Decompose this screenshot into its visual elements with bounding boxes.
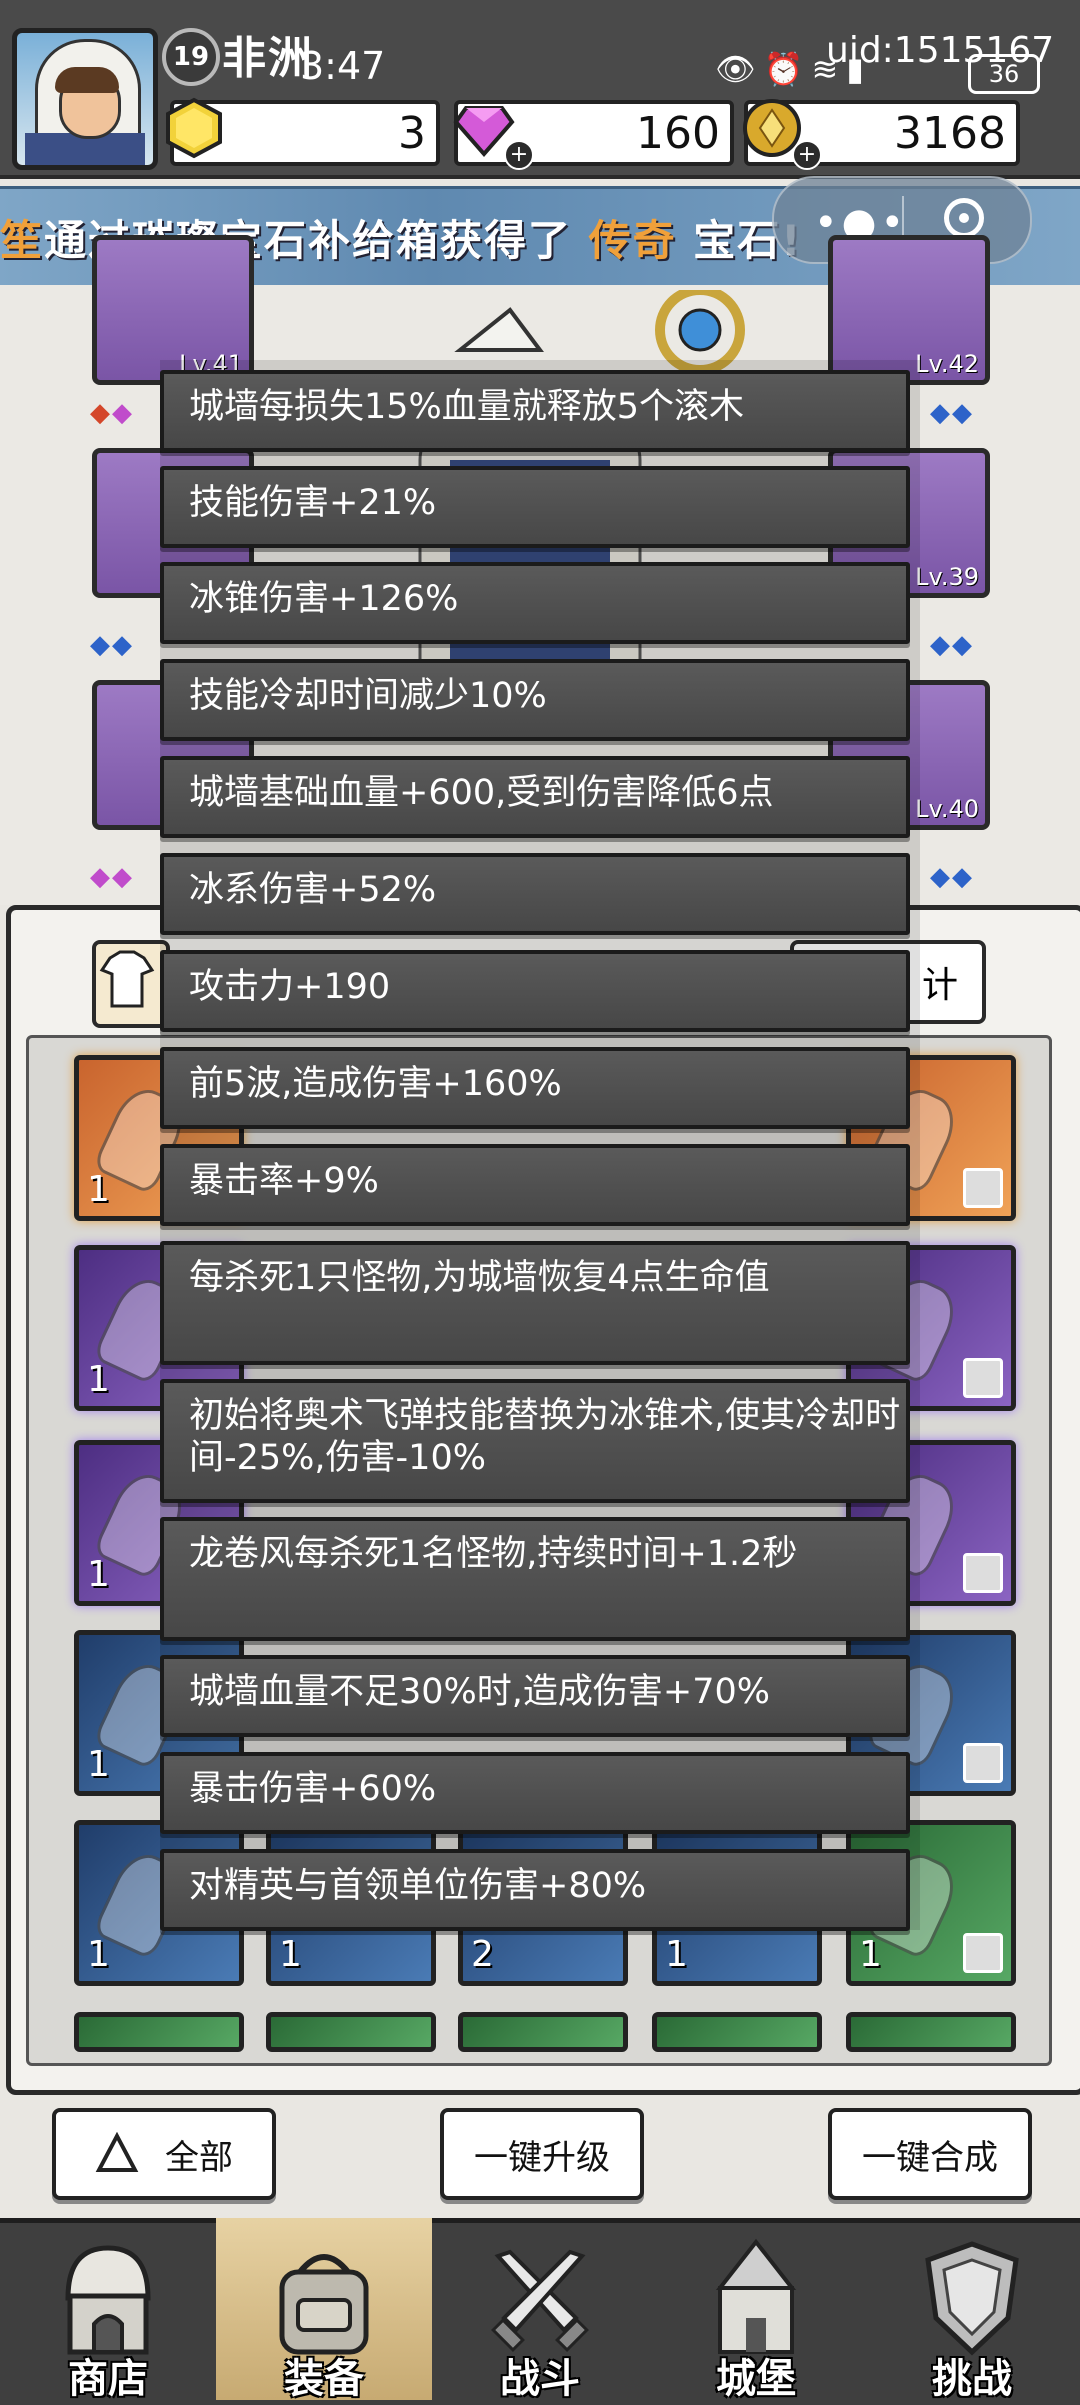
gem-count: 1	[859, 1934, 882, 1975]
gem-cell-uncommon[interactable]	[846, 2012, 1016, 2052]
boots-type-icon	[963, 1358, 1003, 1398]
affix-tooltip: 暴击伤害+60%	[160, 1752, 910, 1834]
gem-count: 2	[471, 1934, 494, 1975]
boots-type-icon	[963, 1743, 1003, 1783]
filter-all-label: 全部	[165, 2137, 233, 2178]
gem-count: 1	[87, 1169, 110, 1210]
coin-value: 3168	[894, 108, 1006, 159]
nav-castle[interactable]: 城堡	[648, 2218, 864, 2402]
affix-tooltip: 冰系伤害+52%	[160, 853, 910, 935]
affix-tooltip: 初始将奥术飞弹技能替换为冰锥术,使其冷却时间-25%,伤害-10%	[160, 1379, 910, 1503]
shirt-icon	[99, 950, 155, 1008]
nav-equipment-label: 装备	[284, 2356, 364, 2402]
socket-gems-row: ◆◆	[90, 630, 134, 660]
eye-icon: 👁	[715, 50, 764, 88]
nav-castle-label: 城堡	[716, 2356, 796, 2402]
ring-type-icon	[963, 1553, 1003, 1593]
crossed-swords-icon	[491, 2249, 589, 2352]
outfit-tab-button[interactable]	[92, 940, 170, 1028]
merge-all-label: 一键合成	[862, 2137, 998, 2178]
socket-gems-row: ◆◆	[930, 398, 974, 428]
gem-cell-uncommon[interactable]	[458, 2012, 628, 2052]
gem-cell-uncommon[interactable]	[652, 2012, 822, 2052]
affix-tooltip: 城墙每损失15%血量就释放5个滚木	[160, 370, 910, 452]
status-icons: 👁⏰≋▮	[715, 50, 872, 88]
affix-tooltip: 攻击力+190	[160, 950, 910, 1032]
backpack-icon	[279, 2254, 369, 2355]
ring-type-icon	[963, 1933, 1003, 1973]
socket-gems-row: ◆◆	[930, 862, 974, 892]
upgrade-all-label: 一键升级	[474, 2137, 610, 2178]
nav-battle[interactable]: 战斗	[432, 2218, 648, 2402]
triangle-filter-icon	[95, 2132, 139, 2172]
nav-challenge[interactable]: 挑战	[864, 2218, 1080, 2402]
alarm-icon: ⏰	[763, 50, 812, 88]
signal-icon: ▮	[846, 50, 872, 88]
gem-count: 1	[87, 1359, 110, 1400]
affix-tooltip: 技能伤害+21%	[160, 466, 910, 548]
affix-tooltip: 暴击率+9%	[160, 1144, 910, 1226]
socket-gems-row: ◆◆	[90, 398, 134, 428]
add-diamond-button[interactable]: +	[504, 140, 534, 170]
affix-tooltip: 城墙基础血量+600,受到伤害降低6点	[160, 756, 910, 838]
affix-tooltip: 对精英与首领单位伤害+80%	[160, 1849, 910, 1931]
affix-tooltip: 技能冷却时间减少10%	[160, 659, 910, 741]
affix-tooltip: 每杀死1只怪物,为城墙恢复4点生命值	[160, 1241, 910, 1365]
nav-challenge-label: 挑战	[932, 2356, 1012, 2402]
gem-count: 1	[87, 1744, 110, 1785]
affix-tooltip: 龙卷风每杀死1名怪物,持续时间+1.2秒	[160, 1517, 910, 1641]
status-time: 3:47	[300, 44, 386, 88]
close-miniprogram-icon[interactable]	[944, 198, 984, 238]
gem-count: 1	[87, 1554, 110, 1595]
announcement-player: 笙	[0, 216, 45, 265]
announcement-rarity: 传奇	[588, 216, 677, 265]
shop-icon	[65, 2245, 151, 2355]
weapon-type-icon	[963, 1168, 1003, 1208]
add-coin-button[interactable]: +	[792, 140, 822, 170]
player-avatar[interactable]	[12, 28, 158, 170]
affix-tooltip: 城墙血量不足30%时,造成伤害+70%	[160, 1655, 910, 1737]
gem-count: 1	[279, 1934, 302, 1975]
gem-count: 1	[87, 1934, 110, 1975]
battery-indicator: 36	[968, 54, 1040, 94]
equip-level: Lv.42	[915, 350, 979, 378]
upgrade-all-button[interactable]: 一键升级	[440, 2108, 644, 2200]
gem-count: 1	[665, 1934, 688, 1975]
affix-tooltip: 冰锥伤害+126%	[160, 562, 910, 644]
gem-cell-uncommon[interactable]	[74, 2012, 244, 2052]
gem-cell-uncommon[interactable]	[266, 2012, 436, 2052]
castle-icon	[715, 2238, 797, 2354]
energy-value: 3	[398, 108, 426, 159]
challenge-shield-icon	[925, 2241, 1019, 2356]
affix-tooltip: 前5波,造成伤害+160%	[160, 1047, 910, 1129]
avatar-hair	[55, 67, 119, 93]
merge-all-button[interactable]: 一键合成	[828, 2108, 1032, 2200]
socket-gems-row: ◆◆	[90, 862, 134, 892]
nav-shop[interactable]: 商店	[0, 2218, 216, 2402]
wifi-icon: ≋	[811, 50, 847, 88]
player-level-badge: 19	[162, 28, 220, 86]
equip-level: Lv.39	[915, 563, 979, 591]
nav-battle-label: 战斗	[500, 2356, 580, 2402]
energy-hexagon-icon	[166, 97, 222, 159]
nav-equipment[interactable]: 装备	[216, 2218, 432, 2402]
diamond-value: 160	[636, 108, 720, 159]
socket-gems-row: ◆◆	[930, 630, 974, 660]
filter-all-button[interactable]: 全部	[52, 2108, 276, 2200]
nav-shop-label: 商店	[68, 2356, 148, 2402]
equip-level: Lv.40	[915, 795, 979, 823]
